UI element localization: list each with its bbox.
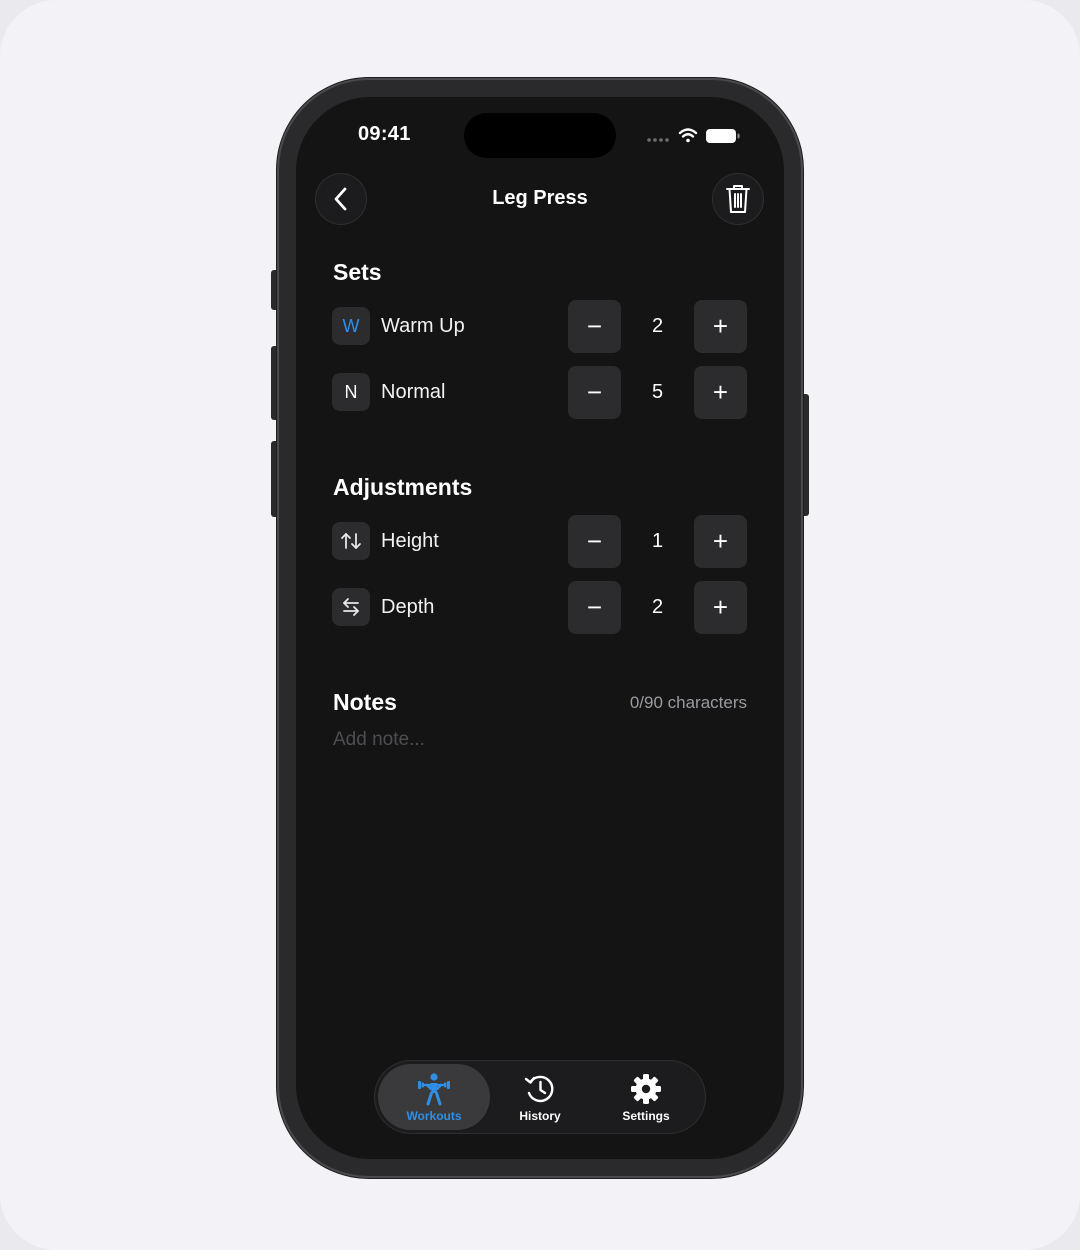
weightlifter-icon bbox=[418, 1072, 450, 1105]
warm-up-value: 2 bbox=[651, 315, 664, 337]
page-title: Leg Press bbox=[492, 187, 588, 209]
vertical-arrows-icon bbox=[341, 533, 361, 549]
notes-section-title: Notes bbox=[333, 689, 397, 715]
warm-up-decrement-button[interactable]: − bbox=[568, 300, 621, 353]
depth-label: Depth bbox=[381, 596, 435, 618]
warm-up-badge-letter: W bbox=[342, 315, 360, 336]
warm-up-increment-button[interactable]: + bbox=[694, 300, 747, 353]
battery-icon bbox=[706, 129, 740, 143]
phone-screen: 09:41 Leg Press Sets W Warm Up − 2 + N N… bbox=[296, 97, 784, 1159]
tab-workouts-label: Workouts bbox=[406, 1108, 462, 1123]
height-badge bbox=[332, 522, 370, 560]
height-label: Height bbox=[381, 530, 439, 552]
gear-icon bbox=[631, 1073, 661, 1104]
tab-workouts[interactable]: Workouts bbox=[378, 1064, 490, 1130]
trash-icon bbox=[726, 185, 750, 213]
depth-value: 2 bbox=[651, 596, 664, 618]
height-increment-button[interactable]: + bbox=[694, 515, 747, 568]
tab-bar: Workouts History Settings bbox=[374, 1060, 706, 1134]
status-time: 09:41 bbox=[358, 123, 411, 145]
tab-settings-label: Settings bbox=[622, 1108, 670, 1123]
normal-badge-letter: N bbox=[344, 381, 358, 402]
warm-up-badge: W bbox=[332, 307, 370, 345]
signal-icon bbox=[647, 138, 669, 142]
notes-input[interactable] bbox=[333, 729, 747, 751]
tab-history-label: History bbox=[519, 1108, 561, 1123]
depth-badge bbox=[332, 588, 370, 626]
depth-decrement-button[interactable]: − bbox=[568, 581, 621, 634]
height-value: 1 bbox=[651, 530, 664, 552]
notes-character-count: 0/90 characters bbox=[629, 693, 747, 712]
tab-history[interactable]: History bbox=[484, 1064, 596, 1130]
dynamic-island bbox=[464, 113, 616, 158]
normal-value: 5 bbox=[651, 381, 664, 403]
depth-increment-button[interactable]: + bbox=[694, 581, 747, 634]
normal-decrement-button[interactable]: − bbox=[568, 366, 621, 419]
horizontal-arrows-icon bbox=[343, 598, 359, 616]
tab-settings[interactable]: Settings bbox=[590, 1064, 702, 1130]
normal-label: Normal bbox=[381, 381, 446, 403]
delete-button[interactable] bbox=[712, 173, 764, 225]
wifi-icon bbox=[678, 128, 698, 143]
normal-badge: N bbox=[332, 373, 370, 411]
normal-increment-button[interactable]: + bbox=[694, 366, 747, 419]
height-decrement-button[interactable]: − bbox=[568, 515, 621, 568]
warm-up-label: Warm Up bbox=[381, 315, 465, 337]
status-icons bbox=[647, 128, 740, 143]
history-clock-icon bbox=[524, 1075, 554, 1102]
background: 09:41 Leg Press Sets W Warm Up − 2 + N N… bbox=[0, 0, 1080, 1250]
adjustments-section-title: Adjustments bbox=[333, 474, 473, 500]
sets-section-title: Sets bbox=[333, 259, 382, 285]
